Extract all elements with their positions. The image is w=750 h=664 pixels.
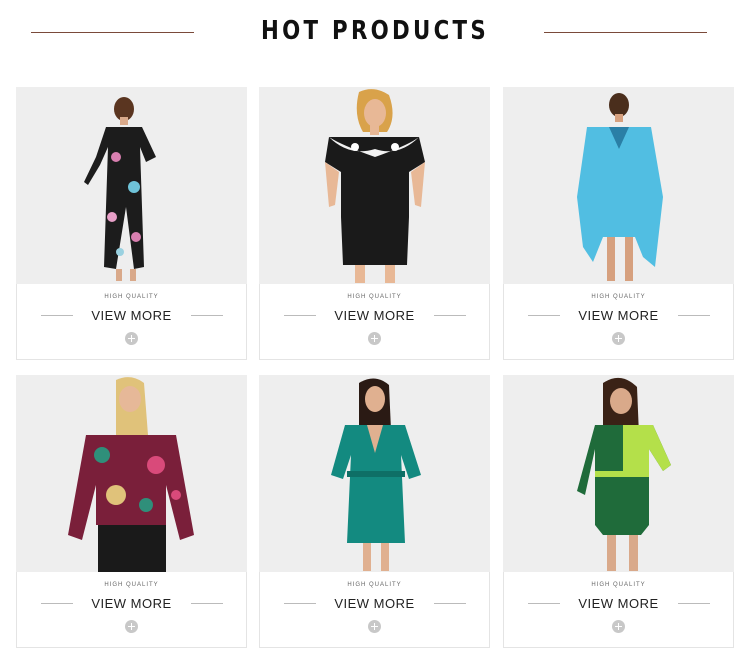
product-image[interactable] [503, 375, 734, 572]
section-header: HOT PRODUCTS [0, 0, 750, 70]
divider-line [678, 603, 710, 604]
product-info: HIGH QUALITY VIEW MORE [260, 284, 489, 360]
product-info: HIGH QUALITY VIEW MORE [504, 284, 733, 360]
product-info: HIGH QUALITY VIEW MORE [17, 284, 246, 360]
product-card[interactable]: HIGH QUALITY VIEW MORE [503, 87, 734, 360]
quality-label: HIGH QUALITY [591, 294, 646, 300]
quality-label: HIGH QUALITY [104, 582, 159, 588]
product-image[interactable] [503, 87, 734, 284]
view-more-row: VIEW MORE [504, 306, 733, 326]
header-divider-right [544, 32, 707, 33]
product-card[interactable]: HIGH QUALITY VIEW MORE [259, 87, 490, 360]
quality-label: HIGH QUALITY [591, 582, 646, 588]
divider-line [678, 315, 710, 316]
quality-label: HIGH QUALITY [347, 294, 402, 300]
product-card[interactable]: HIGH QUALITY VIEW MORE [259, 375, 490, 648]
view-more-row: VIEW MORE [504, 594, 733, 614]
product-image[interactable] [259, 87, 490, 284]
product-info: HIGH QUALITY VIEW MORE [504, 572, 733, 648]
plus-circle-icon[interactable] [368, 332, 381, 345]
product-image[interactable] [16, 375, 247, 572]
view-more-row: VIEW MORE [17, 594, 246, 614]
view-more-row: VIEW MORE [17, 306, 246, 326]
product-info: HIGH QUALITY VIEW MORE [17, 572, 246, 648]
product-card[interactable]: HIGH QUALITY VIEW MORE [16, 87, 247, 360]
plus-circle-icon[interactable] [368, 620, 381, 633]
quality-label: HIGH QUALITY [104, 294, 159, 300]
view-more-row: VIEW MORE [260, 306, 489, 326]
quality-label: HIGH QUALITY [347, 582, 402, 588]
plus-circle-icon[interactable] [612, 620, 625, 633]
plus-circle-icon[interactable] [612, 332, 625, 345]
section-title: HOT PRODUCTS [260, 16, 490, 46]
product-info: HIGH QUALITY VIEW MORE [260, 572, 489, 648]
plus-circle-icon[interactable] [125, 620, 138, 633]
divider-line [191, 603, 223, 604]
divider-line [434, 315, 466, 316]
product-image[interactable] [16, 87, 247, 284]
product-card[interactable]: HIGH QUALITY VIEW MORE [16, 375, 247, 648]
divider-line [191, 315, 223, 316]
divider-line [434, 603, 466, 604]
plus-circle-icon[interactable] [125, 332, 138, 345]
product-image[interactable] [259, 375, 490, 572]
view-more-row: VIEW MORE [260, 594, 489, 614]
product-card[interactable]: HIGH QUALITY VIEW MORE [503, 375, 734, 648]
